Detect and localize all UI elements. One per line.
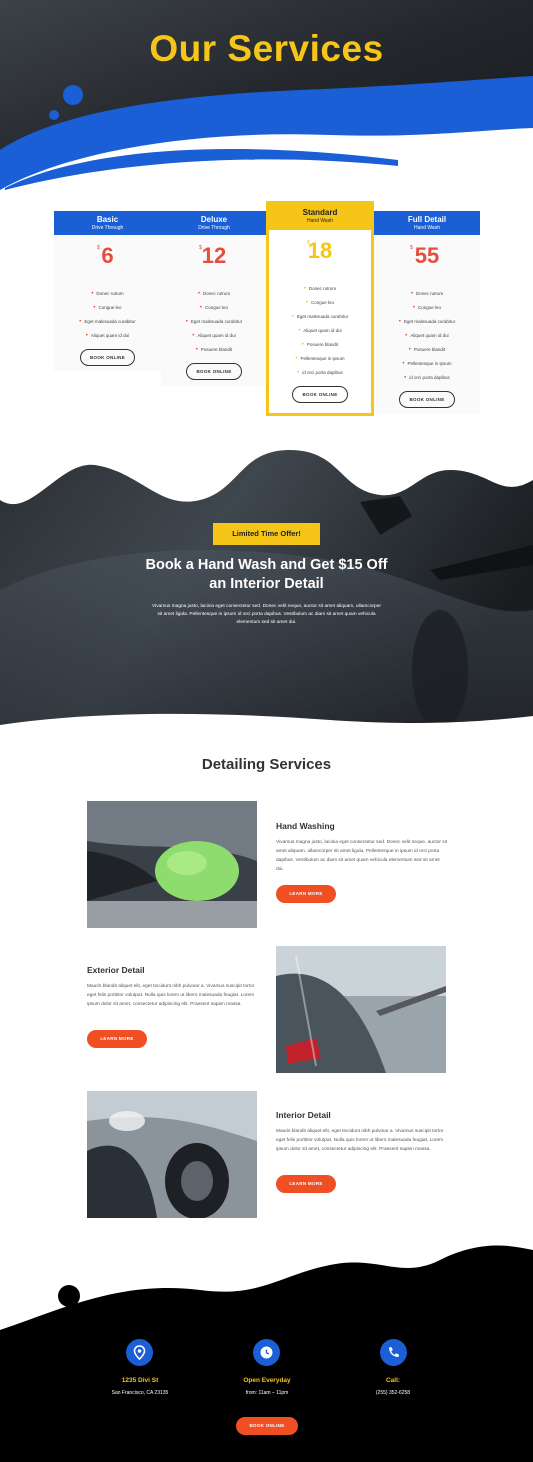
feature-item: Eget malesuada curabitur <box>269 310 371 324</box>
service-title: Exterior Detail <box>87 965 145 975</box>
learn-more-button[interactable]: LEARN MORE <box>276 1175 336 1193</box>
plan-card-deluxe: Deluxe Drive Through $ 12 Donec rutrum C… <box>161 211 267 386</box>
feature-item: Aliquet quam id dui <box>54 329 161 343</box>
price-amount: 18 <box>307 238 333 263</box>
offer-title: Book a Hand Wash and Get $15 Off an Inte… <box>145 557 388 592</box>
plan-price: $ 6 <box>54 243 161 273</box>
footer-phone-title: Call: <box>385 1377 401 1384</box>
feature-item: Congue leo <box>269 296 371 310</box>
feature-item: id orci porta dapibus <box>374 371 480 385</box>
decor-dot-large <box>63 85 83 105</box>
currency-symbol: $ <box>307 240 310 246</box>
plan-subtitle: Drive Through <box>198 225 230 231</box>
plan-card-standard: Standard Hand Wash $ 18 Donec rutrum Con… <box>266 201 374 416</box>
feature-item: Posuere blandit <box>374 343 480 357</box>
feature-item: Aliquet quam id dui <box>269 324 371 338</box>
plan-header: Standard Hand Wash <box>269 204 371 230</box>
footer-address-sub: San Francisco, CA 23135 <box>111 1390 169 1396</box>
feature-item: id orci porta dapibus <box>269 366 371 380</box>
interior-detail-image <box>87 1091 257 1218</box>
feature-item: Posuere blandit <box>161 343 267 357</box>
book-online-button[interactable]: BOOK ONLINE <box>292 386 348 403</box>
book-online-button[interactable]: BOOK ONLINE <box>79 349 136 366</box>
price-amount: 12 <box>201 243 227 268</box>
plan-name: Standard <box>302 208 338 217</box>
currency-symbol: $ <box>199 245 202 251</box>
exterior-detail-image <box>276 946 446 1073</box>
service-description: Mauris blandit aliquet elit, eget tincid… <box>87 984 255 1007</box>
page-title: Our Services <box>149 28 384 69</box>
feature-list: Donec rutrum Congue leo Eget malesuada c… <box>374 287 480 385</box>
feature-item: Congue leo <box>54 301 161 315</box>
price-amount: 55 <box>414 243 440 268</box>
location-pin-icon <box>126 1339 153 1366</box>
footer-phone-sub: (255) 352-6258 <box>375 1390 411 1396</box>
feature-item: Congue leo <box>161 301 267 315</box>
service-description: Vivamus magna justo, lacinia eget consec… <box>276 840 448 872</box>
decor-dot-small <box>148 1303 162 1317</box>
plan-header: Deluxe Drive Through <box>161 211 267 235</box>
plan-price: $ 55 <box>374 243 480 273</box>
hand-washing-image <box>87 801 257 928</box>
feature-item: Congue leo <box>374 301 480 315</box>
price-amount: 6 <box>101 243 114 268</box>
plan-subtitle: Drive Through <box>91 225 124 231</box>
plan-subtitle: Hand Wash <box>307 218 333 224</box>
plan-name: Basic <box>96 215 119 224</box>
currency-symbol: $ <box>97 245 100 251</box>
book-online-button[interactable]: BOOK ONLINE <box>399 391 455 408</box>
feature-item: Donec rutrum <box>374 287 480 301</box>
plan-subtitle: Hand Wash <box>414 225 440 231</box>
clock-icon <box>253 1339 280 1366</box>
currency-symbol: $ <box>410 245 413 251</box>
footer-hours-title: Open Everyday <box>243 1377 291 1384</box>
plan-name: Deluxe <box>200 215 228 224</box>
feature-item: Pellentesque in ipsum <box>269 352 371 366</box>
feature-item: Aliquet quam id dui <box>374 329 480 343</box>
plan-price: $ 18 <box>269 238 371 268</box>
feature-list: Donec rutrum Congue leo Eget malesuada c… <box>54 287 161 343</box>
feature-item: Donec rutrum <box>269 282 371 296</box>
plan-name: Full Detail <box>407 215 447 224</box>
feature-item: Posuere blandit <box>269 338 371 352</box>
plan-price: $ 12 <box>161 243 267 273</box>
feature-list: Donec rutrum Congue leo Eget malesuada c… <box>269 282 371 380</box>
feature-item: Donec rutrum <box>161 287 267 301</box>
feature-item: Eget malesuada curabitur <box>161 315 267 329</box>
section-title: Detailing Services <box>201 756 332 773</box>
limited-offer-badge: Limited Time Offer! <box>213 523 320 545</box>
plan-card-basic: Basic Drive Through $ 6 Donec rutrum Con… <box>54 211 161 371</box>
learn-more-button[interactable]: LEARN MORE <box>276 885 336 903</box>
decor-dot-large <box>58 1285 80 1307</box>
footer-book-online-button[interactable]: BOOK ONLINE <box>236 1417 298 1435</box>
service-description: Mauris blandit aliquet elit, eget tincid… <box>276 1129 444 1152</box>
offer-description: Vivamus magna justo, lacinia eget consec… <box>152 604 381 625</box>
feature-item: Eget malesuada curabitur <box>374 315 480 329</box>
plan-card-full-detail: Full Detail Hand Wash $ 55 Donec rutrum … <box>374 211 480 414</box>
feature-item: Pellentesque in ipsum <box>374 357 480 371</box>
plan-header: Full Detail Hand Wash <box>374 211 480 235</box>
hero-section: Our Services <box>0 0 533 200</box>
phone-icon <box>380 1339 407 1366</box>
service-title: Hand Washing <box>276 821 335 831</box>
footer-address-title: 1235 Divi St <box>121 1377 159 1384</box>
decor-dot-small <box>49 110 59 120</box>
services-page: Our Services Basic Drive Through $ 6 Don… <box>0 0 533 1462</box>
book-online-button[interactable]: BOOK ONLINE <box>186 363 242 380</box>
feature-item: Aliquet quam id dui <box>161 329 267 343</box>
feature-list: Donec rutrum Congue leo Eget malesuada c… <box>161 287 267 357</box>
feature-item: Donec rutrum <box>54 287 161 301</box>
feature-item: Eget malesuada curabitur <box>54 315 161 329</box>
footer-hours-sub: from: 11am – 11pm <box>245 1390 289 1396</box>
service-title: Interior Detail <box>276 1110 331 1120</box>
learn-more-button[interactable]: LEARN MORE <box>87 1030 147 1048</box>
plan-header: Basic Drive Through <box>54 211 161 235</box>
